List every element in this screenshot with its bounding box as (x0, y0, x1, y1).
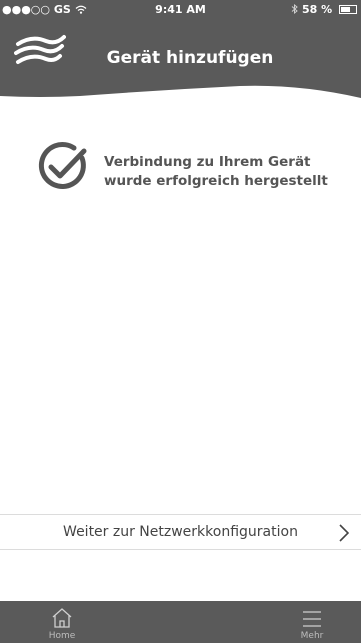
bluetooth-icon (291, 3, 302, 16)
wave-logo-icon (14, 34, 66, 72)
tab-home[interactable]: Home (32, 601, 92, 643)
network-config-button[interactable]: Weiter zur Netzwerkkonfiguration (0, 514, 361, 550)
status-bar: ●●●○○ GS 9:41 AM 58 % (0, 0, 361, 20)
tab-more-label: Mehr (300, 631, 324, 641)
tab-home-label: Home (48, 631, 76, 641)
battery-percent: 58 % (301, 3, 333, 16)
tab-bar: Home Mehr (0, 601, 361, 643)
network-config-label: Weiter zur Netzwerkkonfiguration (63, 524, 298, 540)
tab-more[interactable]: Mehr (282, 601, 342, 643)
chevron-right-icon (339, 524, 350, 546)
battery-status: 58 % (291, 3, 357, 16)
check-circle-icon (36, 140, 90, 198)
header: Gerät hinzufügen (0, 20, 361, 100)
page-title: Gerät hinzufügen (106, 48, 274, 68)
battery-icon (339, 5, 357, 14)
success-message: Verbindung zu Ihrem Gerät wurde erfolgre… (104, 154, 328, 189)
